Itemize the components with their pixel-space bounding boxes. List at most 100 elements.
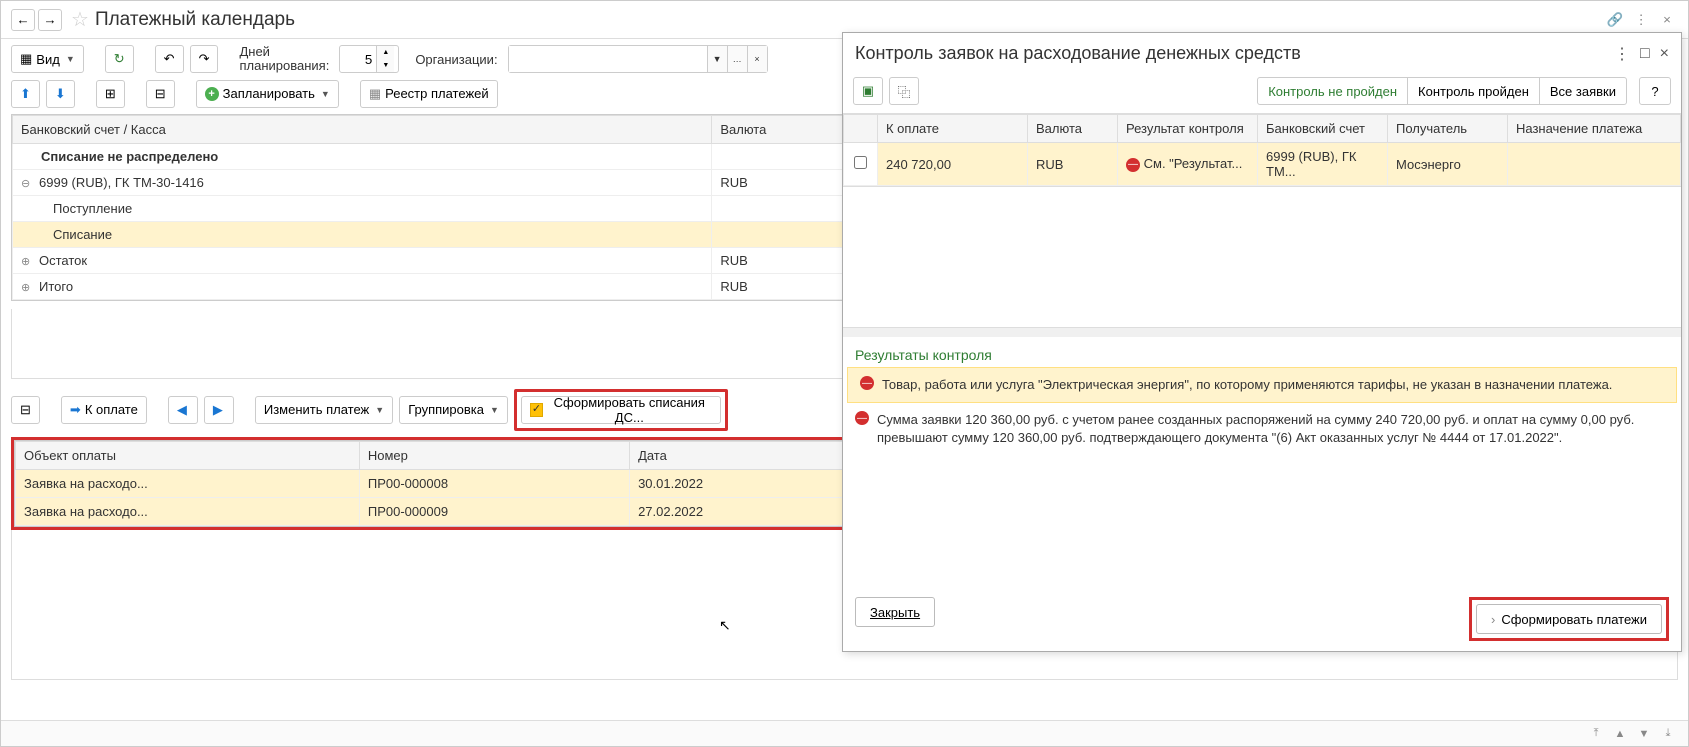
move-down-button[interactable]: ⬇ (46, 80, 75, 108)
refresh-button[interactable]: ↻ (105, 45, 134, 73)
dialog-maximize-button[interactable]: □ (1640, 44, 1650, 64)
form-payments-button[interactable]: › Сформировать платежи (1476, 604, 1662, 634)
combo-more-button[interactable]: … (727, 46, 747, 72)
close-label: Закрыть (870, 605, 920, 620)
chevron-down-icon: ▼ (490, 405, 499, 415)
dialog-help-button[interactable]: ? (1639, 77, 1671, 105)
undo-button[interactable]: ↶ (155, 45, 184, 73)
days-spinner[interactable]: ▲ ▼ (339, 45, 399, 73)
chevron-down-icon: ▼ (375, 405, 384, 415)
plus-icon: + (205, 87, 219, 101)
redo-icon: ↷ (199, 51, 210, 67)
status-down-button[interactable]: ▼ (1634, 725, 1654, 743)
close-button[interactable]: Закрыть (855, 597, 935, 627)
warning-text: Сумма заявки 120 360,00 руб. с учетом ра… (877, 411, 1669, 447)
col-checkbox[interactable] (844, 115, 878, 143)
warning-text: Товар, работа или услуга "Электрическая … (882, 376, 1664, 394)
plan-button[interactable]: + Запланировать ▼ (196, 80, 339, 108)
page-title: Платежный календарь (95, 9, 295, 31)
copy-icon: ⿻ (897, 82, 910, 101)
grouping-button[interactable]: Группировка ▼ (399, 396, 508, 424)
spinner-up-button[interactable]: ▲ (377, 46, 394, 59)
registry-button[interactable]: ▦ Реестр платежей (360, 80, 498, 108)
next-button[interactable]: ▶ (204, 396, 234, 424)
stop-icon: — (1126, 158, 1140, 172)
col-result[interactable]: Результат контроля (1118, 115, 1258, 143)
col-to-pay[interactable]: К оплате (878, 115, 1028, 143)
status-up-button[interactable]: ▲ (1610, 725, 1630, 743)
favorite-star-icon[interactable]: ☆ (71, 7, 89, 32)
to-pay-label: К оплате (85, 402, 138, 417)
results-title: Результаты контроля (843, 337, 1681, 367)
move-up-button[interactable]: ⬆ (11, 80, 40, 108)
col-currency[interactable]: Валюта (1028, 115, 1118, 143)
row-checkbox[interactable] (854, 156, 867, 169)
col-account[interactable]: Банковский счет / Касса (13, 115, 712, 143)
collapse-icon[interactable]: ⊖ (21, 177, 33, 190)
arrow-left-icon: ◀ (177, 402, 187, 418)
more-icon[interactable]: ⋮ (1630, 10, 1652, 30)
hierarchy-button[interactable]: ⊟ (146, 80, 175, 108)
combo-clear-button[interactable]: × (747, 46, 767, 72)
org-input[interactable] (509, 46, 707, 72)
hierarchy-icon: ⊟ (155, 86, 166, 102)
registry-label: Реестр платежей (385, 86, 489, 101)
nav-back-button[interactable]: ← (11, 9, 35, 31)
plan-label: Запланировать (223, 86, 315, 101)
stop-icon: — (855, 411, 869, 425)
change-payment-label: Изменить платеж (264, 402, 369, 417)
col-account[interactable]: Банковский счет (1258, 115, 1388, 143)
to-pay-button[interactable]: ➡ К оплате (61, 396, 147, 424)
chevron-down-icon: ▼ (321, 89, 330, 99)
close-icon[interactable]: × (1656, 10, 1678, 30)
dialog-grid[interactable]: К оплате Валюта Результат контроля Банко… (843, 114, 1681, 187)
expand-button[interactable]: ⊞ (96, 80, 125, 108)
grid-icon: ▦ (20, 51, 32, 67)
col-object[interactable]: Объект оплаты (16, 441, 360, 469)
doc-icon: ▣ (862, 83, 874, 99)
dialog-close-button[interactable]: × (1660, 44, 1669, 64)
checkbox-icon (530, 403, 543, 417)
dialog-doc-button[interactable]: ▣ (853, 77, 883, 105)
chevron-down-icon: ▼ (66, 54, 75, 64)
warning-row: — Товар, работа или услуга "Электрическа… (847, 367, 1677, 403)
org-label: Организации: (415, 52, 497, 67)
stop-icon: — (860, 376, 874, 390)
doc-icon: ▦ (369, 86, 381, 102)
grouping-label: Группировка (408, 402, 484, 417)
change-payment-button[interactable]: Изменить платеж ▼ (255, 396, 393, 424)
days-input[interactable] (340, 52, 376, 67)
filter-all-button[interactable]: Все заявки (1539, 77, 1627, 105)
expand-icon[interactable]: ⊕ (21, 281, 33, 294)
view-button[interactable]: ▦ Вид ▼ (11, 45, 84, 73)
undo-icon: ↶ (164, 51, 175, 67)
nav-forward-button[interactable]: → (38, 9, 62, 31)
spinner-down-button[interactable]: ▼ (377, 59, 394, 72)
highlight-form-writeoffs: Сформировать списания ДС... (514, 389, 728, 431)
link-icon[interactable]: 🔗 (1604, 10, 1626, 30)
col-number[interactable]: Номер (359, 441, 629, 469)
tree-button[interactable]: ⊟ (11, 396, 40, 424)
view-label: Вид (36, 52, 60, 67)
org-combo[interactable]: ▼ … × (508, 45, 768, 73)
redo-button[interactable]: ↷ (190, 45, 219, 73)
refresh-icon: ↻ (114, 51, 125, 67)
dialog-scrollbar[interactable] (843, 327, 1681, 337)
days-planning-label: Дней планирования: (239, 45, 329, 74)
filter-passed-button[interactable]: Контроль пройден (1407, 77, 1540, 105)
arrow-down-icon: ⬇ (55, 86, 66, 102)
col-purpose[interactable]: Назначение платежа (1508, 115, 1681, 143)
combo-dropdown-button[interactable]: ▼ (707, 46, 727, 72)
dialog-grid-row[interactable]: 240 720,00 RUB — См. "Результат... 6999 … (844, 143, 1681, 186)
status-bottom-button[interactable]: ⤓ (1658, 725, 1678, 743)
prev-button[interactable]: ◀ (168, 396, 198, 424)
dialog-grid-blank (843, 187, 1681, 327)
expand-icon[interactable]: ⊕ (21, 255, 33, 268)
col-recipient[interactable]: Получатель (1388, 115, 1508, 143)
status-top-button[interactable]: ⤒ (1586, 725, 1606, 743)
dialog-copy-button[interactable]: ⿻ (889, 77, 919, 105)
filter-not-passed-button[interactable]: Контроль не пройден (1257, 77, 1408, 105)
dialog-title: Контроль заявок на расходование денежных… (855, 43, 1301, 64)
form-writeoffs-button[interactable]: Сформировать списания ДС... (521, 396, 721, 424)
dialog-menu-button[interactable]: ⋮ (1614, 44, 1630, 64)
